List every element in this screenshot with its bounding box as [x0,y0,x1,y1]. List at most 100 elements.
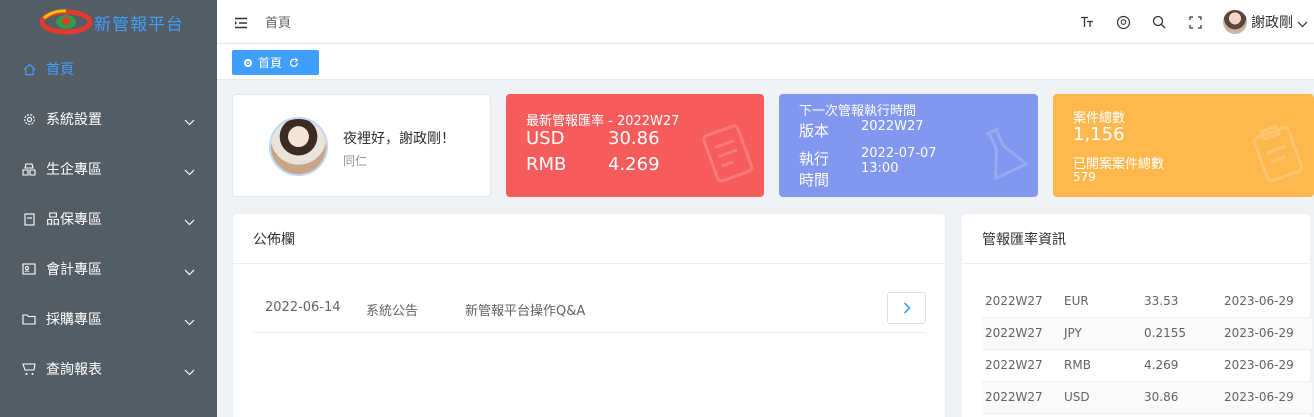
panel-title: 公佈欄 [233,214,945,264]
notice-open-button[interactable] [887,292,926,324]
rate-date: 2023-06-29 [1224,349,1312,382]
case-count-card: 案件總數 1,156 已開案案件總數 579 [1053,94,1314,197]
sidebar-item-label: 會計專區 [46,262,102,278]
chevron-down-icon [184,314,195,330]
sidebar-item-accounting[interactable]: 會計專區 [0,244,217,294]
rate-value: 4.269 [608,154,660,175]
folder-icon [22,312,36,326]
chevron-down-icon[interactable] [1297,13,1308,32]
welcome-card: 夜裡好，謝政剛！ 同仁 [232,94,491,197]
sidebar-item-label: 品保專區 [46,212,102,228]
notice-board-panel: 公佈欄 2022-06-14 系統公告 新管報平台操作Q&A [232,213,946,417]
exec-clock: 13:00 [861,161,899,176]
cubes-icon [22,162,36,176]
sidebar-item-label: 生企專區 [46,162,102,178]
version-label: 版本 [799,122,830,140]
list-item[interactable]: 2022-06-14 系統公告 新管報平台操作Q&A [253,290,926,333]
document-watermark-icon [700,123,758,189]
exec-time-label: 時間 [799,171,830,189]
notice-date: 2022-06-14 [265,300,341,315]
next-run-card: 下一次管報執行時間 版本 2022W27 執行 時間 2022-07-07 13… [779,94,1038,197]
menu-toggle-icon[interactable] [234,15,248,29]
exec-time-label: 執行 [799,150,830,168]
rate-currency: EUR [1064,285,1144,318]
rate-week: 2022W27 [982,349,1064,382]
rate-value: 30.86 [1144,381,1224,414]
rate-currency: JPY [1064,317,1144,350]
tag-home[interactable]: 首頁 [232,50,319,75]
home-icon [22,62,36,76]
panel-title: 管報匯率資訊 [962,214,1310,264]
sidebar-item-purchasing[interactable]: 採購專區 [0,294,217,344]
version-value: 2022W27 [861,119,924,134]
breadcrumb[interactable]: 首頁 [265,12,291,31]
user-name[interactable]: 謝政剛 [1251,12,1293,32]
exec-date: 2022-07-07 [861,146,937,161]
chevron-down-icon [184,364,195,380]
refresh-icon[interactable] [289,57,299,68]
rate-card-title: 最新管報匯率 - 2022W27 [526,114,680,129]
case-total: 1,156 [1073,124,1125,145]
sidebar-item-label: 首頁 [46,62,74,78]
closed-case-value: 579 [1073,170,1096,184]
logo[interactable]: 新管報平台 [0,0,217,44]
rate-value: 30.86 [608,128,660,149]
notice-subject: 新管報平台操作Q&A [465,304,586,319]
tags-view: 首頁 [217,44,1314,80]
rate-week: 2022W27 [982,285,1064,318]
rate-currency: RMB [1064,349,1144,382]
rate-week: 2022W27 [982,317,1064,350]
chevron-down-icon [184,264,195,280]
sidebar-item-label: 系統設置 [46,112,102,128]
search-icon[interactable] [1151,14,1167,30]
rate-date: 2023-06-29 [1224,317,1312,350]
rate-value: 0.2155 [1144,317,1224,350]
avatar [269,117,328,176]
sidebar: 新管報平台 首頁 系統設置 生企專區 品保專區 會計專區 採購專區 查詢報表 [0,0,217,417]
rate-currency: USD [526,128,565,149]
table-row: 2022W27 EUR 33.53 2023-06-29 [982,285,1312,318]
rate-currency: RMB [526,154,567,175]
table-row: 2022W27 JPY 0.2155 2023-06-29 [982,317,1312,350]
cart-icon [22,362,36,376]
rate-week: 2022W27 [982,381,1064,414]
rate-currency: USD [1064,381,1144,414]
gear-icon [22,112,36,126]
greeting-text: 夜裡好，謝政剛！ [343,131,455,147]
rate-table: 2022W27 EUR 33.53 2023-06-29 2022W27 JPY… [982,285,1312,414]
rate-value: 4.269 [1144,349,1224,382]
latest-rate-card: 最新管報匯率 - 2022W27 USD 30.86 RMB 4.269 [506,94,764,197]
logo-icon [39,8,93,36]
exchange-rate-panel: 管報匯率資訊 2022W27 EUR 33.53 2023-06-29 2022… [961,213,1312,417]
font-size-icon[interactable] [1079,14,1095,30]
card-icon [22,262,36,276]
github-icon[interactable] [1115,14,1131,30]
chevron-down-icon [184,164,195,180]
sidebar-item-production[interactable]: 生企專區 [0,144,217,194]
rate-date: 2023-06-29 [1224,381,1312,414]
rate-value: 33.53 [1144,285,1224,318]
chevron-down-icon [184,214,195,230]
chevron-down-icon [184,114,195,130]
sidebar-item-quality[interactable]: 品保專區 [0,194,217,244]
app-title: 新管報平台 [94,14,184,35]
table-row: 2022W27 USD 30.86 2023-06-29 [982,381,1312,414]
chevron-right-icon [903,299,911,318]
table-row: 2022W27 RMB 4.269 2023-06-29 [982,349,1312,382]
notice-category: 系統公告 [366,304,419,319]
clipboard-watermark-icon [1250,123,1308,189]
tag-label: 首頁 [258,56,283,70]
user-role: 同仁 [343,154,368,168]
header-actions: 謝政剛 [1079,0,1314,44]
avatar[interactable] [1223,10,1247,34]
sidebar-item-system-settings[interactable]: 系統設置 [0,94,217,144]
document-icon [22,212,36,226]
exec-card-title: 下一次管報執行時間 [799,104,917,119]
sidebar-item-label: 採購專區 [46,312,102,328]
sidebar-item-home[interactable]: 首頁 [0,44,217,94]
fullscreen-icon[interactable] [1187,14,1203,30]
sidebar-item-reports[interactable]: 查詢報表 [0,344,217,394]
sidebar-item-label: 查詢報表 [46,362,102,378]
flask-watermark-icon [974,123,1032,189]
top-header: 首頁 謝政剛 [217,0,1314,44]
